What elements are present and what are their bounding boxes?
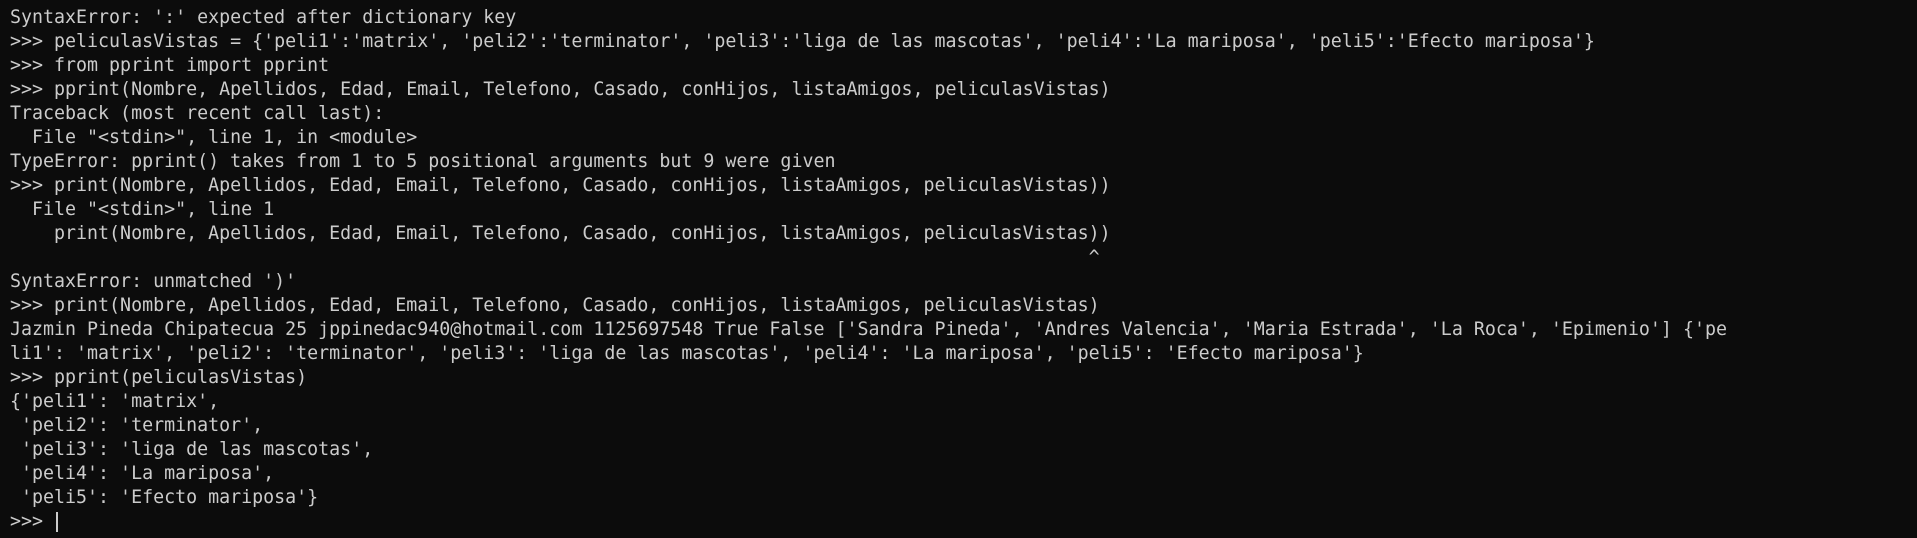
output-line: Traceback (most recent call last): bbox=[10, 103, 385, 124]
terminal-window[interactable]: SyntaxError: ':' expected after dictiona… bbox=[0, 0, 1917, 538]
output-line: {'peli1': 'matrix', bbox=[10, 391, 220, 412]
output-line: li1': 'matrix', 'peli2': 'terminator', '… bbox=[10, 343, 1364, 364]
output-line: 'peli4': 'La mariposa', bbox=[10, 463, 275, 484]
active-prompt-line[interactable]: >>> bbox=[10, 510, 1917, 534]
output-line: Jazmin Pineda Chipatecua 25 jppinedac940… bbox=[10, 319, 1727, 340]
output-line: 'peli3': 'liga de las mascotas', bbox=[10, 439, 374, 460]
output-line: print(Nombre, Apellidos, Edad, Email, Te… bbox=[10, 223, 1111, 244]
output-line: SyntaxError: unmatched ')' bbox=[10, 271, 297, 292]
output-line: SyntaxError: ':' expected after dictiona… bbox=[10, 7, 517, 28]
text-cursor bbox=[56, 512, 59, 532]
input-line: >>> peliculasVistas = {'peli1':'matrix',… bbox=[10, 31, 1595, 52]
input-line: >>> from pprint import pprint bbox=[10, 55, 330, 76]
output-line: File "<stdin>", line 1, in <module> bbox=[10, 127, 418, 148]
output-line: 'peli5': 'Efecto mariposa'} bbox=[10, 487, 319, 508]
output-line: 'peli2': 'terminator', bbox=[10, 415, 264, 436]
input-line: >>> pprint(peliculasVistas) bbox=[10, 367, 308, 388]
output-line: File "<stdin>", line 1 bbox=[10, 199, 275, 220]
input-line: >>> print(Nombre, Apellidos, Edad, Email… bbox=[10, 175, 1111, 196]
output-line: TypeError: pprint() takes from 1 to 5 po… bbox=[10, 151, 836, 172]
input-line: >>> print(Nombre, Apellidos, Edad, Email… bbox=[10, 295, 1100, 316]
prompt: >>> bbox=[10, 511, 55, 532]
output-line: ^ bbox=[10, 247, 1100, 268]
input-line: >>> pprint(Nombre, Apellidos, Edad, Emai… bbox=[10, 79, 1111, 100]
